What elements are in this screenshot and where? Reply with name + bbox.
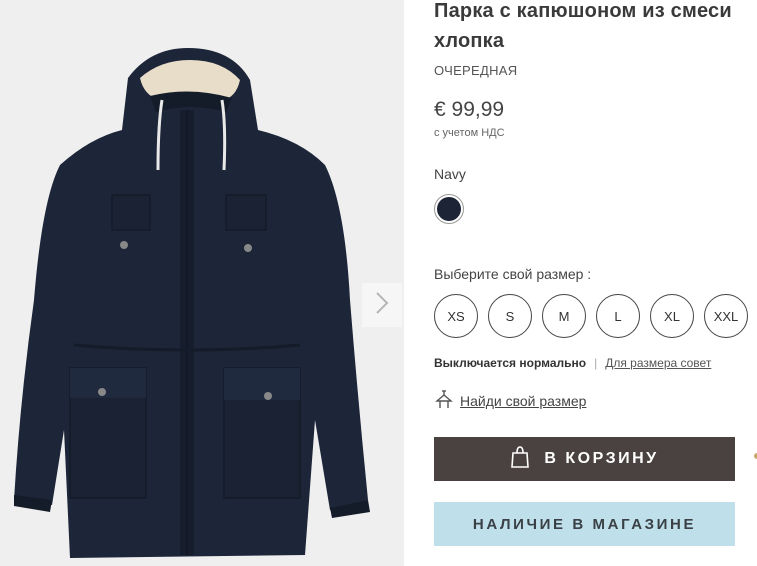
product-image-gallery[interactable] [0,0,404,566]
store-availability-label: НАЛИЧИЕ В МАГАЗИНЕ [472,515,697,533]
fit-type-label: ОЧЕРЕДНАЯ [434,63,518,78]
product-title-line-2: хлопка [434,30,505,52]
product-price: € 99,99 [434,98,505,121]
chevron-right-icon [374,291,390,320]
size-option-xxl[interactable]: XXL [704,294,748,338]
fit-separator: | [594,356,598,370]
next-image-button[interactable] [362,283,402,327]
product-image [14,48,370,558]
vat-note: с учетом НДС [434,127,505,139]
store-availability-button[interactable]: НАЛИЧИЕ В МАГАЗИНЕ [434,502,735,546]
find-size-label: Найди свой размер [460,392,587,409]
add-to-cart-button[interactable]: В КОРЗИНУ [434,437,735,481]
color-swatch-navy[interactable] [434,194,464,224]
product-title-line-1: Парка с капюшоном из смеси [434,0,732,22]
fit-note: Выключается нормально [434,356,587,370]
add-to-cart-label: В КОРЗИНУ [544,450,659,467]
size-option-xl[interactable]: XL [650,294,694,338]
shopping-bag-icon [510,445,544,474]
find-size-link[interactable]: Найди свой размер [434,389,586,412]
size-option-m[interactable]: M [542,294,586,338]
fit-info-row: Выключается нормально | Для размера совет [434,356,711,370]
size-advice-link[interactable]: Для размера совет [605,356,711,370]
size-option-xs[interactable]: XS [434,294,478,338]
color-swatch-dot [437,197,461,221]
size-options: XS S M L XL XXL [434,294,748,338]
product-title: Парка с капюшоном из смеси хлопка [434,0,757,56]
size-option-l[interactable]: L [596,294,640,338]
hanger-icon [434,389,454,412]
size-select-label: Выберите свой размер : [434,266,592,282]
color-name: Navy [434,166,466,182]
size-option-s[interactable]: S [488,294,532,338]
